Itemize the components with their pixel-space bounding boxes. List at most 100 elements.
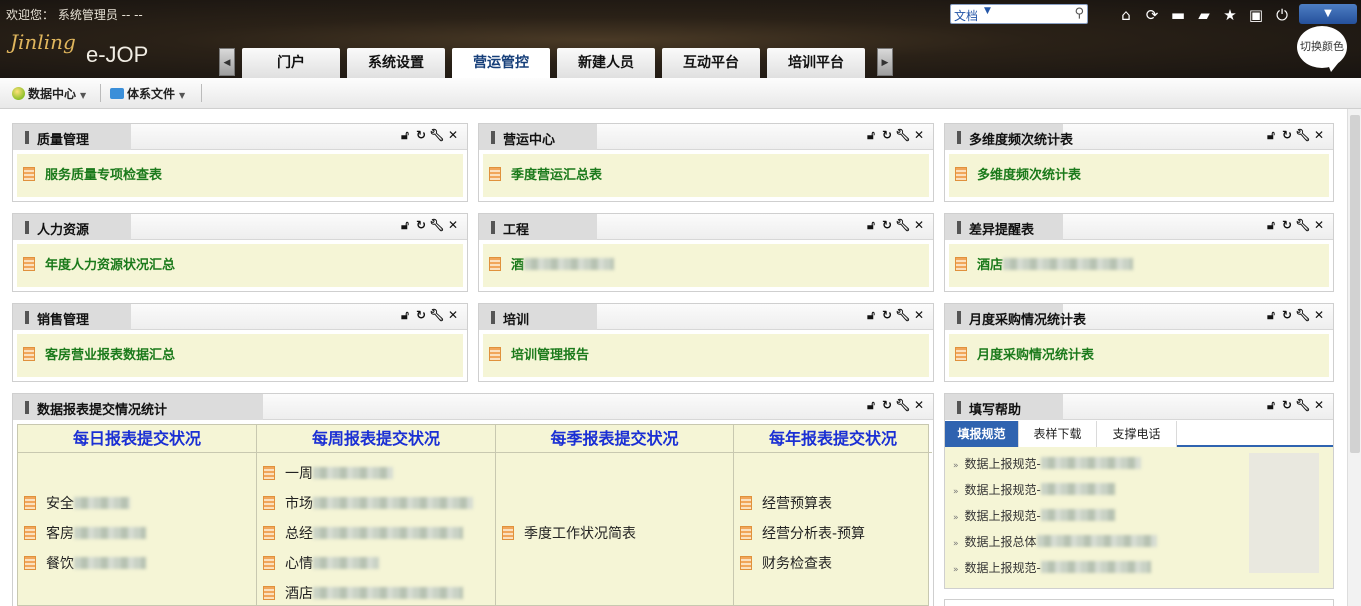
list-item[interactable]: 酒店	[263, 583, 463, 603]
tab-new-staff[interactable]: 新建人员	[557, 48, 655, 78]
power-icon[interactable]: ⏻	[1273, 6, 1291, 24]
report-link[interactable]: 培训管理报告	[489, 344, 589, 363]
tab-filling-rules[interactable]: 填报规范	[945, 421, 1019, 447]
close-icon[interactable]: ✕	[445, 128, 461, 142]
list-item[interactable]: 总经	[263, 523, 463, 543]
search-scope-select[interactable]: 文档	[954, 7, 978, 24]
report-link[interactable]: 酒店	[955, 254, 1134, 273]
close-icon[interactable]: ✕	[445, 218, 461, 232]
close-icon[interactable]: ✕	[911, 398, 927, 412]
home-icon[interactable]: ⌂	[1117, 6, 1135, 24]
close-icon[interactable]: ✕	[1311, 398, 1327, 412]
portlet-header[interactable]: 质量管理 🔓︎ ↻ 🔧︎ ✕	[13, 124, 467, 150]
search-icon[interactable]: ⚲	[1074, 6, 1084, 21]
close-icon[interactable]: ✕	[1311, 218, 1327, 232]
portlet-header[interactable]: 工程 🔓︎ ↻ 🔧︎ ✕	[479, 214, 933, 240]
refresh-icon[interactable]: ↻	[413, 218, 429, 232]
list-item[interactable]: 经营预算表	[740, 493, 832, 513]
unlock-icon[interactable]: 🔓︎	[1263, 398, 1279, 413]
refresh-icon[interactable]: ↻	[879, 308, 895, 322]
close-icon[interactable]: ✕	[911, 308, 927, 322]
report-link[interactable]: 季度营运汇总表	[489, 164, 602, 183]
wrench-icon[interactable]: 🔧︎	[1295, 308, 1311, 322]
tab-support-phone[interactable]: 支撑电话	[1097, 421, 1177, 447]
tab-template-download[interactable]: 表样下载	[1019, 421, 1097, 447]
tab-operations-control[interactable]: 营运管控	[452, 48, 550, 79]
scrollbar-thumb[interactable]	[1350, 115, 1360, 453]
list-item[interactable]: 季度工作状况简表	[502, 523, 636, 543]
unlock-icon[interactable]: 🔓︎	[1263, 308, 1279, 323]
close-icon[interactable]: ✕	[911, 128, 927, 142]
wrench-icon[interactable]: 🔧︎	[429, 218, 445, 232]
report-link[interactable]: 酒	[489, 254, 615, 273]
refresh-icon[interactable]: ↻	[879, 218, 895, 232]
portlet-header[interactable]: 培训 🔓︎ ↻ 🔧︎ ✕	[479, 304, 933, 330]
portlet-header[interactable]: 营运中心 🔓︎ ↻ 🔧︎ ✕	[479, 124, 933, 150]
portlet-header[interactable]: 月度采购情况统计表 🔓︎ ↻ 🔧︎ ✕	[945, 304, 1333, 330]
close-icon[interactable]: ✕	[1311, 128, 1327, 142]
tab-interaction-platform[interactable]: 互动平台	[662, 48, 760, 78]
close-icon[interactable]: ✕	[911, 218, 927, 232]
close-icon[interactable]: ✕	[1311, 308, 1327, 322]
tab-system-settings[interactable]: 系统设置	[347, 48, 445, 78]
list-item[interactable]: 一周	[263, 463, 393, 483]
refresh-icon[interactable]: ↻	[1279, 218, 1295, 232]
portlet-header[interactable]: 数据报表提交情况统计 🔓︎ ↻ 🔧︎ ✕	[13, 394, 933, 420]
message-icon[interactable]: ▬	[1169, 6, 1187, 24]
list-item[interactable]: 心情	[263, 553, 379, 573]
list-item[interactable]: 餐饮	[24, 553, 146, 573]
help-link[interactable]: » 数据上报规范-	[953, 559, 1151, 576]
unlock-icon[interactable]: 🔓︎	[863, 218, 879, 233]
unlock-icon[interactable]: 🔓︎	[397, 128, 413, 143]
nav-next-button[interactable]: ▶	[877, 48, 893, 76]
refresh-icon[interactable]: ⟳	[1143, 6, 1161, 24]
help-link[interactable]: » 数据上报总体	[953, 533, 1157, 550]
list-item[interactable]: 安全	[24, 493, 130, 513]
list-item[interactable]: 经营分析表-预算	[740, 523, 865, 543]
list-item[interactable]: 市场	[263, 493, 473, 513]
list-item[interactable]: 财务检查表	[740, 553, 832, 573]
list-item[interactable]: 客房	[24, 523, 146, 543]
nav-prev-button[interactable]: ◀	[219, 48, 235, 76]
report-link[interactable]: 服务质量专项检查表	[23, 164, 162, 183]
portlet-header[interactable]: 人力资源 🔓︎ ↻ 🔧︎ ✕	[13, 214, 467, 240]
color-switch-button[interactable]: 切换颜色	[1297, 26, 1347, 72]
unlock-icon[interactable]: 🔓︎	[863, 128, 879, 143]
tab-training-platform[interactable]: 培训平台	[767, 48, 865, 78]
portlet-header[interactable]: 填写帮助 🔓︎ ↻ 🔧︎ ✕	[945, 394, 1333, 420]
report-link[interactable]: 多维度频次统计表	[955, 164, 1081, 183]
portlet-header[interactable]: 销售管理 🔓︎ ↻ 🔧︎ ✕	[13, 304, 467, 330]
refresh-icon[interactable]: ↻	[1279, 128, 1295, 142]
help-link[interactable]: » 数据上报规范-	[953, 455, 1141, 472]
star-icon[interactable]: ★	[1221, 6, 1239, 24]
help-link[interactable]: » 数据上报规范-	[953, 507, 1115, 524]
tag-icon[interactable]: ▰	[1195, 6, 1213, 24]
unlock-icon[interactable]: 🔓︎	[863, 398, 879, 413]
refresh-icon[interactable]: ↻	[1279, 308, 1295, 322]
unlock-icon[interactable]: 🔓︎	[397, 308, 413, 323]
unlock-icon[interactable]: 🔓︎	[397, 218, 413, 233]
refresh-icon[interactable]: ↻	[879, 398, 895, 412]
menu-dropdown-icon[interactable]: ▼	[1299, 4, 1357, 24]
wrench-icon[interactable]: 🔧︎	[1295, 128, 1311, 142]
unlock-icon[interactable]: 🔓︎	[1263, 128, 1279, 143]
vertical-scrollbar[interactable]	[1347, 109, 1361, 606]
wrench-icon[interactable]: 🔧︎	[1295, 398, 1311, 412]
help-link[interactable]: » 数据上报规范-	[953, 481, 1115, 498]
wrench-icon[interactable]: 🔧︎	[895, 308, 911, 322]
minimize-icon[interactable]: ▣	[1247, 6, 1265, 24]
system-files-menu[interactable]: 体系文件 ▼	[110, 85, 185, 102]
wrench-icon[interactable]: 🔧︎	[429, 308, 445, 322]
report-link[interactable]: 月度采购情况统计表	[955, 344, 1094, 363]
wrench-icon[interactable]: 🔧︎	[895, 398, 911, 412]
wrench-icon[interactable]: 🔧︎	[429, 128, 445, 142]
unlock-icon[interactable]: 🔓︎	[863, 308, 879, 323]
wrench-icon[interactable]: 🔧︎	[895, 128, 911, 142]
tab-portal[interactable]: 门户	[242, 48, 340, 78]
report-link[interactable]: 客房营业报表数据汇总	[23, 344, 175, 363]
close-icon[interactable]: ✕	[445, 308, 461, 322]
document-search-box[interactable]: 文档 ▼ ⚲	[950, 4, 1088, 24]
wrench-icon[interactable]: 🔧︎	[1295, 218, 1311, 232]
unlock-icon[interactable]: 🔓︎	[1263, 218, 1279, 233]
portlet-header[interactable]: 多维度频次统计表 🔓︎ ↻ 🔧︎ ✕	[945, 124, 1333, 150]
